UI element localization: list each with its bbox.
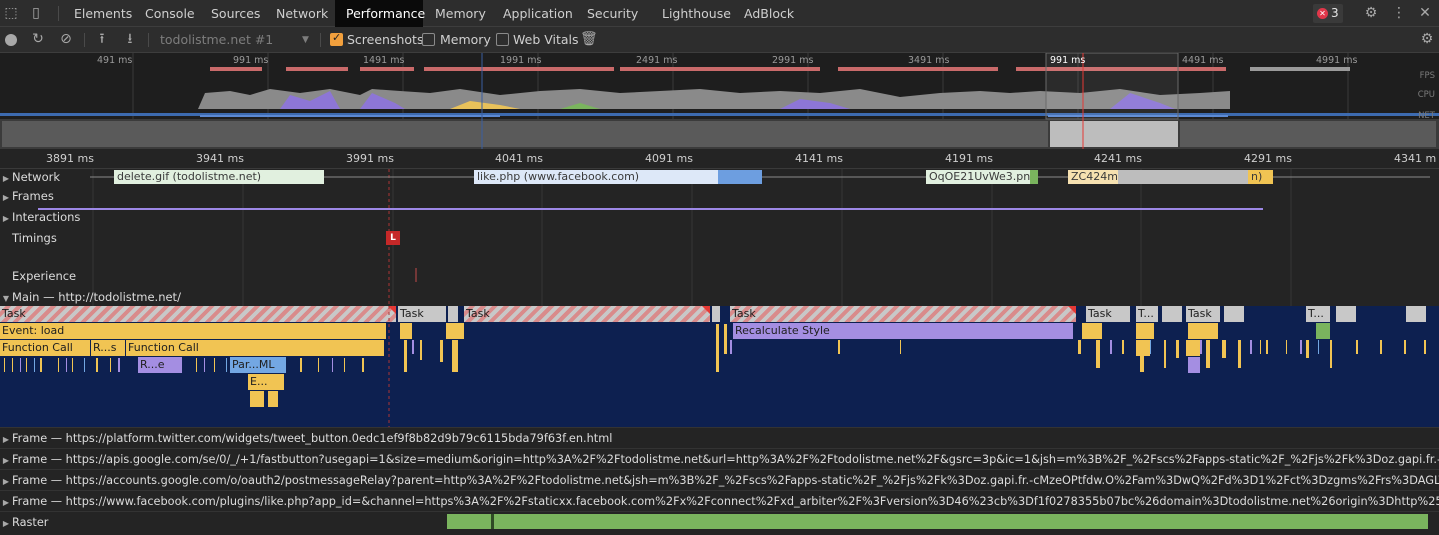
overview-graph — [0, 53, 1439, 149]
network-track-toggle[interactable]: ▶ Network — [0, 167, 60, 187]
frame-track-google-accounts[interactable]: ▶ Frame — https://accounts.google.com/o/o… — [0, 469, 1439, 490]
trash-icon[interactable]: 🗑 — [580, 31, 598, 47]
overview-tick: 3491 ms — [908, 55, 950, 66]
tab-performance[interactable]: Performance — [335, 0, 425, 27]
main-thread-flame-chart[interactable]: Task Task Task Task Task T... Task T... … — [0, 306, 1439, 427]
tab-application[interactable]: Application — [492, 0, 584, 27]
save-profile-icon[interactable]: ⭳ — [122, 31, 138, 47]
tab-sources[interactable]: Sources — [200, 0, 271, 27]
overview-tick: 491 ms — [97, 55, 133, 66]
network-request-like-php-download — [718, 170, 762, 184]
screenshots-label: Screenshots — [347, 32, 424, 47]
web-vitals-checkbox[interactable] — [496, 33, 509, 46]
inspect-element-icon[interactable]: ⬚ — [3, 5, 19, 21]
tab-divider — [58, 6, 59, 21]
overview-tick: 991 ms — [1050, 55, 1086, 66]
overview-tick: 1991 ms — [500, 55, 542, 66]
toolbar-divider — [84, 33, 85, 47]
net-label: NET — [1418, 111, 1435, 121]
error-icon: ✕ — [1317, 8, 1328, 19]
fps-label: FPS — [1419, 71, 1435, 81]
frames-track-toggle[interactable]: ▶ Frames — [0, 186, 54, 206]
frame-track-twitter[interactable]: ▶ Frame — https://platform.twitter.com/wi… — [0, 427, 1439, 448]
tab-network[interactable]: Network — [265, 0, 339, 27]
gear-icon[interactable]: ⚙ — [1363, 5, 1379, 21]
overview-tick: 4991 ms — [1316, 55, 1358, 66]
network-request-png-download — [1030, 170, 1038, 184]
raster-gap — [491, 514, 494, 529]
devtools-tab-bar: ⬚ ▯ Elements Console Sources Network Per… — [0, 0, 1439, 27]
device-toolbar-icon[interactable]: ▯ — [28, 5, 44, 21]
tab-adblock[interactable]: AdBlock — [733, 0, 805, 27]
tab-lighthouse[interactable]: Lighthouse — [651, 0, 742, 27]
network-request-zc-waiting — [1118, 170, 1248, 184]
track-gridlines — [38, 169, 1430, 306]
memory-checkbox[interactable] — [422, 33, 435, 46]
ruler-tick: 4091 ms — [645, 152, 693, 165]
overview-tick: 2991 ms — [772, 55, 814, 66]
ruler-tick: 3941 ms — [196, 152, 244, 165]
overview-tick: 2491 ms — [636, 55, 678, 66]
time-ruler: 3891 ms 3941 ms 3991 ms 4041 ms 4091 ms … — [0, 149, 1439, 169]
timings-track: Timings — [12, 231, 57, 245]
clear-icon[interactable]: ⊘ — [58, 31, 74, 47]
tab-security[interactable]: Security — [576, 0, 649, 27]
recording-select[interactable]: todolistme.net #1 — [160, 27, 273, 53]
network-request-like-php[interactable]: like.php (www.facebook.com) — [474, 170, 718, 184]
record-icon[interactable] — [5, 34, 17, 46]
network-request-zc-download: n) — [1248, 170, 1273, 184]
capture-settings-gear-icon[interactable]: ⚙ — [1419, 31, 1435, 47]
ruler-tick: 4241 ms — [1094, 152, 1142, 165]
ruler-tick: 4141 ms — [795, 152, 843, 165]
network-request-delete-gif[interactable]: delete.gif (todolistme.net) — [114, 170, 324, 184]
memory-label: Memory — [440, 32, 491, 47]
experience-track: Experience — [12, 269, 77, 283]
error-count: 3 — [1331, 6, 1339, 20]
network-request-zc[interactable]: ZC424meY2W — [1068, 170, 1118, 184]
tab-console[interactable]: Console — [134, 0, 206, 27]
ruler-tick: 3891 ms — [46, 152, 94, 165]
chevron-down-icon[interactable]: ▼ — [302, 27, 309, 53]
reload-profile-icon[interactable]: ↻ — [30, 31, 46, 47]
frame-track-google-plusone[interactable]: ▶ Frame — https://apis.google.com/se/0/_/… — [0, 448, 1439, 469]
interactions-track-toggle[interactable]: ▶ Interactions — [0, 207, 80, 227]
close-icon[interactable]: ✕ — [1417, 5, 1433, 21]
web-vitals-label: Web Vitals — [513, 32, 579, 47]
load-profile-icon[interactable]: ⭱ — [94, 31, 110, 47]
overview-tick: 4491 ms — [1182, 55, 1224, 66]
screenshots-checkbox[interactable] — [330, 31, 343, 46]
toolbar-divider — [148, 33, 149, 47]
main-thread-track-toggle[interactable]: ▼ Main — http://todolistme.net/ — [0, 287, 181, 307]
raster-activity-bar — [447, 514, 1428, 529]
cpu-label: CPU — [1417, 90, 1435, 100]
flame-activity-slivers — [4, 306, 1426, 427]
network-request-png[interactable]: OqOE21UvWe3.pn... — [926, 170, 1030, 184]
overview-tick: 991 ms — [233, 55, 269, 66]
tab-elements[interactable]: Elements — [63, 0, 143, 27]
vertical-dots-icon[interactable]: ⋮ — [1391, 5, 1407, 21]
frame-track-facebook-like[interactable]: ▶ Frame — https://www.facebook.com/plugin… — [0, 490, 1439, 511]
toolbar-divider — [320, 33, 321, 47]
largest-contentful-paint-marker[interactable]: L — [386, 231, 400, 245]
performance-toolbar: ↻ ⊘ ⭱ ⭳ todolistme.net #1 ▼ Screenshots … — [0, 27, 1439, 53]
tab-memory[interactable]: Memory — [424, 0, 497, 27]
error-count-badge[interactable]: ✕ 3 — [1313, 4, 1343, 23]
timeline-overview[interactable]: 491 ms 991 ms 1491 ms 1991 ms 2491 ms 29… — [0, 53, 1439, 149]
ruler-tick: 4291 ms — [1244, 152, 1292, 165]
ruler-tick: 4041 ms — [495, 152, 543, 165]
overview-tick: 1491 ms — [363, 55, 405, 66]
ruler-tick: 4191 ms — [945, 152, 993, 165]
ruler-tick: 3991 ms — [346, 152, 394, 165]
ruler-tick: 4341 m — [1394, 152, 1437, 165]
